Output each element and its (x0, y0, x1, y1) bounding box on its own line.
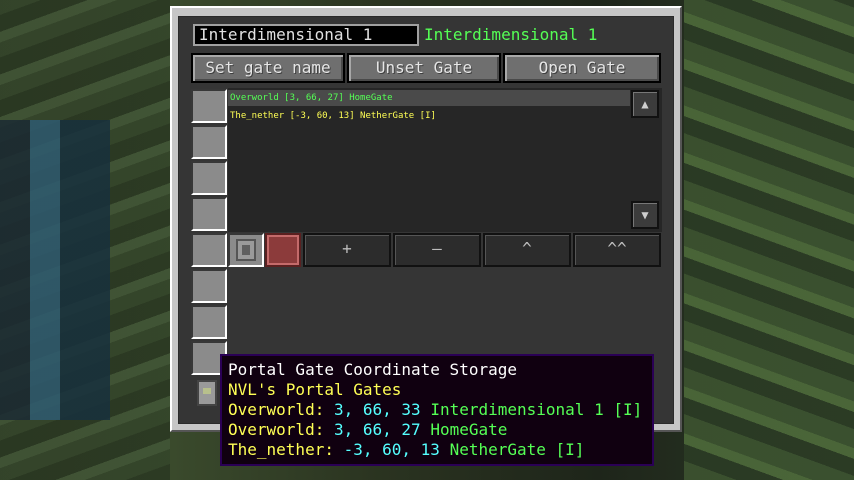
tooltip-entry: Overworld: 3, 66, 27 HomeGate (228, 420, 646, 440)
scroll-down-button[interactable]: ▼ (631, 201, 659, 229)
tooltip-entry-dimension: Overworld: (228, 400, 325, 419)
coordinate-item-slot[interactable] (228, 233, 264, 267)
held-coordinate-storage-icon[interactable] (197, 380, 217, 406)
tooltip-entry-name: Interdimensional 1 [I] (430, 400, 643, 419)
inventory-slot[interactable] (191, 161, 227, 195)
scroll-up-button[interactable]: ▲ (631, 90, 659, 118)
tooltip-entry: Overworld: 3, 66, 33 Interdimensional 1 … (228, 400, 646, 420)
tooltip-mod-name: NVL's Portal Gates (228, 380, 402, 399)
output-slot[interactable] (265, 233, 301, 267)
tooltip-entry: The_nether: -3, 60, 13 NetherGate [I] (228, 440, 646, 460)
inventory-slot[interactable] (191, 233, 227, 267)
tooltip-entry-coords: 3, 66, 33 (333, 400, 421, 419)
tooltip-entry-name: NetherGate [I] (449, 440, 585, 459)
tooltip-entry-dimension: Overworld: (228, 420, 325, 439)
remove-button[interactable]: – (393, 233, 481, 267)
move-up-button[interactable]: ^ (483, 233, 571, 267)
gate-name-input[interactable]: Interdimensional 1 (193, 24, 419, 46)
item-tooltip: Portal Gate Coordinate Storage NVL's Por… (220, 354, 654, 466)
tooltip-entry-coords: 3, 66, 27 (333, 420, 421, 439)
tooltip-entry-dimension: The_nether: (228, 440, 334, 459)
inventory-slot[interactable] (191, 125, 227, 159)
set-gate-name-button[interactable]: Set gate name (191, 53, 345, 83)
move-top-button[interactable]: ^^ (573, 233, 661, 267)
inventory-slot[interactable] (191, 269, 227, 303)
coordinate-storage-icon (236, 239, 256, 261)
tooltip-entry-coords: -3, 60, 13 (343, 440, 440, 459)
open-gate-button[interactable]: Open Gate (503, 53, 661, 83)
gate-list-item-label: Overworld [3, 66, 27] HomeGate (230, 93, 393, 103)
gate-list: Overworld [3, 66, 27] HomeGate The_nethe… (228, 88, 662, 232)
inventory-slot[interactable] (191, 89, 227, 123)
gate-name-display: Interdimensional 1 (424, 25, 598, 44)
tooltip-entry-name: HomeGate (430, 420, 508, 439)
gate-list-item[interactable]: Overworld [3, 66, 27] HomeGate (228, 90, 630, 106)
gate-list-item[interactable]: The_nether [-3, 60, 13] NetherGate [I] (228, 108, 630, 124)
gate-list-item-label: The_nether [-3, 60, 13] NetherGate [I] (230, 111, 436, 121)
tooltip-title: Portal Gate Coordinate Storage (228, 360, 517, 379)
inventory-slot[interactable] (191, 197, 227, 231)
foliage-right (684, 0, 854, 480)
unset-gate-button[interactable]: Unset Gate (347, 53, 501, 83)
inventory-slot[interactable] (191, 305, 227, 339)
add-button[interactable]: + (303, 233, 391, 267)
water-pillar (0, 120, 110, 420)
